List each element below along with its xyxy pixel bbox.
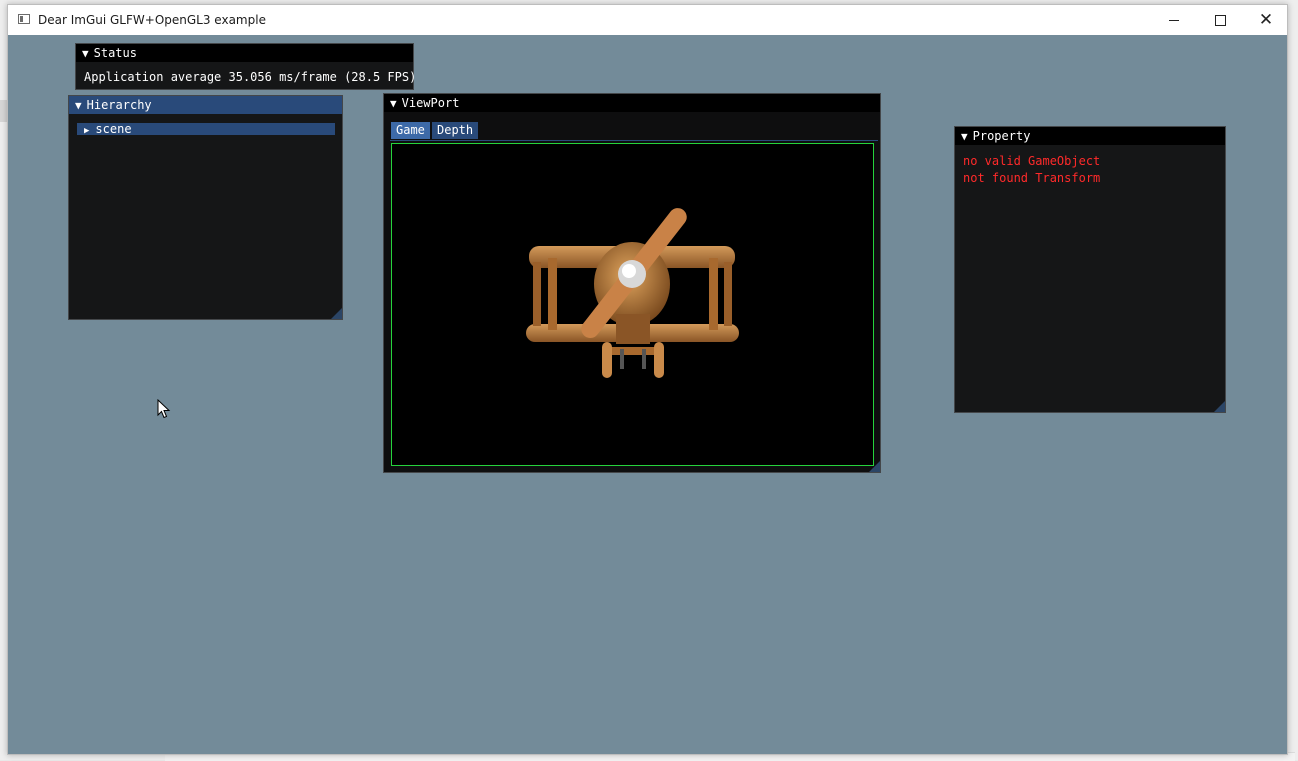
collapse-triangle-icon[interactable]: ▼ <box>75 97 82 115</box>
maximize-icon <box>1214 14 1226 26</box>
status-title-bar[interactable]: ▼ Status <box>76 44 413 62</box>
viewport-panel[interactable]: ▼ ViewPort Game Depth <box>383 93 881 473</box>
minimize-button[interactable] <box>1151 5 1197 35</box>
render-view[interactable] <box>391 143 874 466</box>
resize-grip[interactable] <box>1214 401 1225 412</box>
tab-depth[interactable]: Depth <box>432 122 479 139</box>
collapse-triangle-icon[interactable]: ▼ <box>82 45 89 63</box>
mouse-cursor-icon <box>157 399 171 419</box>
window-title: Dear ImGui GLFW+OpenGL3 example <box>38 13 266 27</box>
hierarchy-title: Hierarchy <box>86 98 152 112</box>
close-icon: ✕ <box>1258 10 1274 30</box>
viewport-title: ViewPort <box>401 96 460 110</box>
maximize-button[interactable] <box>1197 5 1243 35</box>
property-panel[interactable]: ▼ Property no valid GameObject not found … <box>954 126 1226 413</box>
hierarchy-panel[interactable]: ▼ Hierarchy ▶ scene <box>68 95 343 320</box>
fps-readout: Application average 35.056 ms/frame (28.… <box>84 70 417 84</box>
tab-game[interactable]: Game <box>391 122 430 139</box>
tree-node-label: scene <box>95 122 132 136</box>
biplane-render <box>526 208 739 378</box>
viewport-tab-bar: Game Depth <box>390 122 878 141</box>
property-title: Property <box>972 129 1031 143</box>
error-message: no valid GameObject <box>963 154 1101 168</box>
resize-grip[interactable] <box>331 308 342 319</box>
property-title-bar[interactable]: ▼ Property <box>955 127 1225 145</box>
resize-grip[interactable] <box>869 461 880 472</box>
hierarchy-title-bar[interactable]: ▼ Hierarchy <box>69 96 342 114</box>
title-bar[interactable]: Dear ImGui GLFW+OpenGL3 example ✕ <box>8 5 1287 35</box>
collapse-triangle-icon[interactable]: ▼ <box>390 95 397 113</box>
minimize-icon <box>1169 19 1179 21</box>
tree-node-scene[interactable]: ▶ scene <box>77 122 335 136</box>
close-button[interactable]: ✕ <box>1243 5 1289 35</box>
status-panel[interactable]: ▼ Status Application average 35.056 ms/fr… <box>75 43 417 90</box>
collapse-triangle-icon[interactable]: ▼ <box>961 128 968 146</box>
error-message: not found Transform <box>963 171 1101 185</box>
viewport-title-bar[interactable]: ▼ ViewPort <box>384 94 880 112</box>
triangle-right-icon[interactable]: ▶ <box>84 126 89 136</box>
app-icon <box>18 14 30 24</box>
status-title: Status <box>93 46 137 60</box>
